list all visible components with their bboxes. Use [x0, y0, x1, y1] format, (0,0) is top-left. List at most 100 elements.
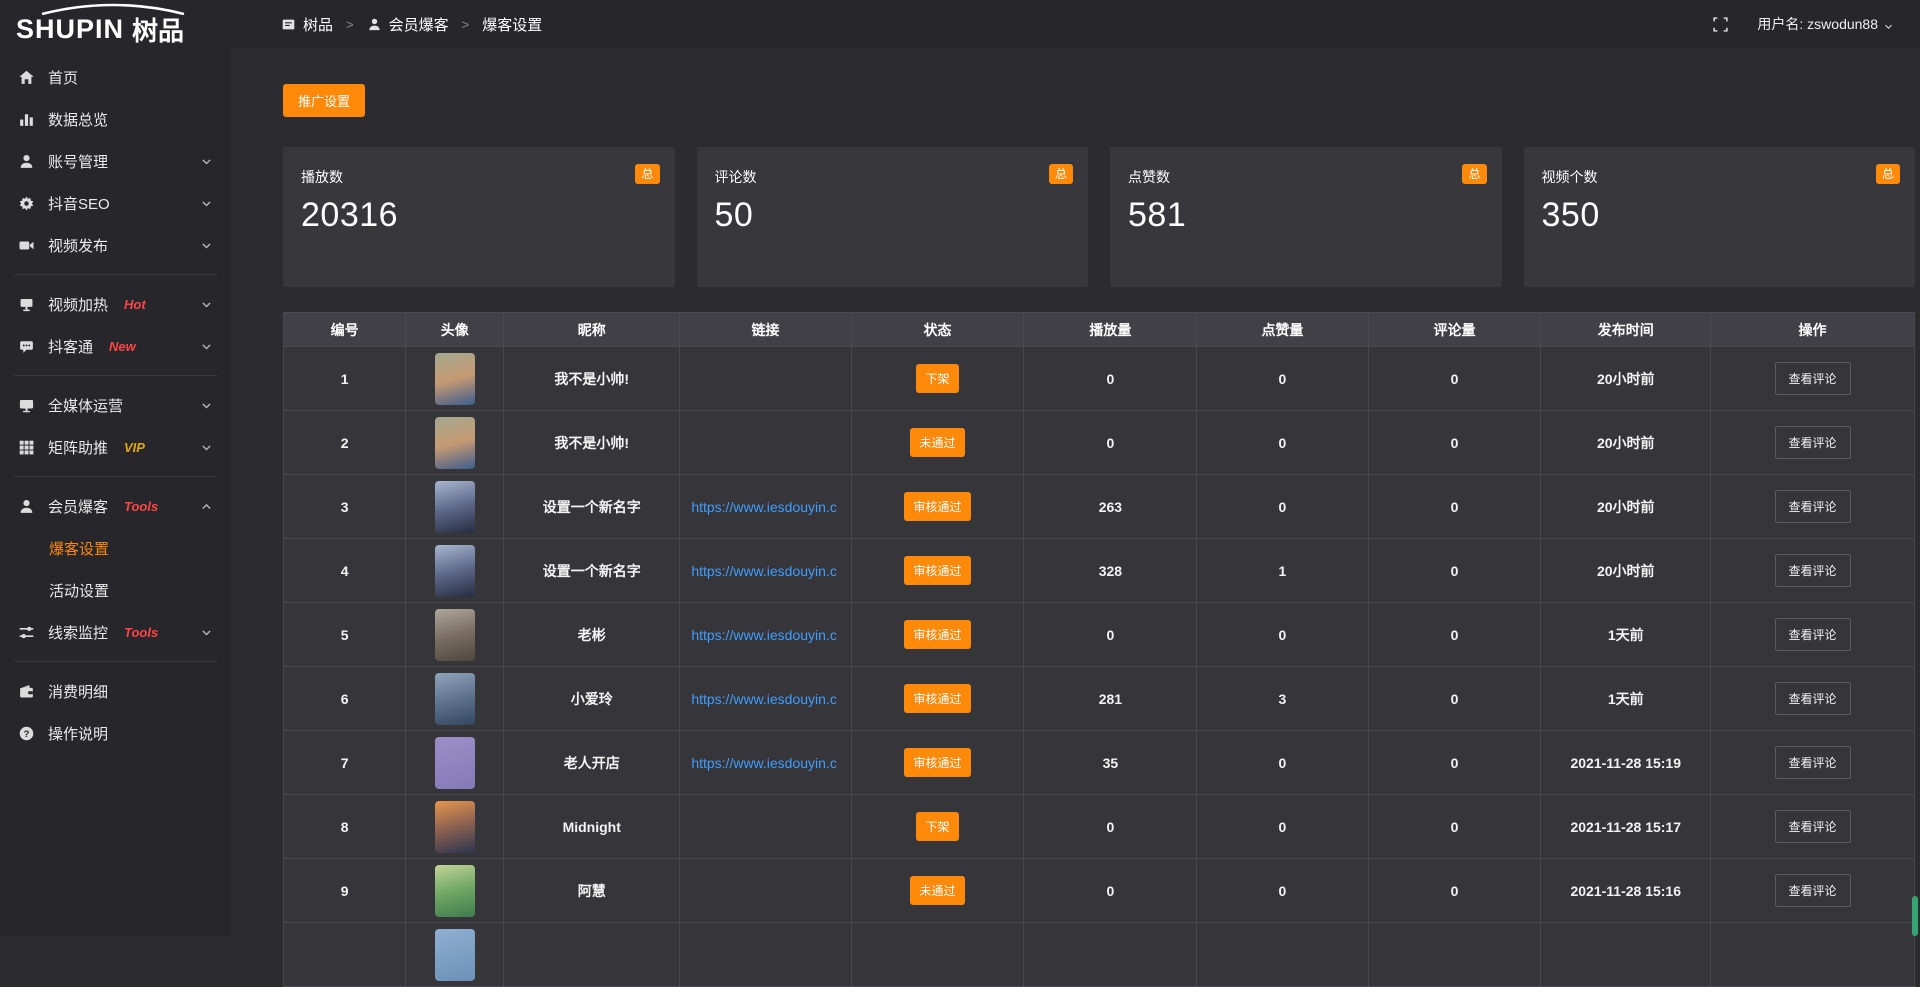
- cell-avatar: [406, 859, 504, 923]
- breadcrumb-item-树品[interactable]: 树品: [281, 14, 333, 35]
- logo-text-en: SHUPIN: [16, 14, 124, 45]
- breadcrumb: 树品>会员爆客>爆客设置: [281, 14, 542, 35]
- status-badge[interactable]: 下架: [916, 364, 958, 393]
- sidebar-item-消费明细[interactable]: 消费明细: [0, 670, 231, 712]
- avatar: [435, 865, 475, 917]
- breadcrumb-item-会员爆客[interactable]: 会员爆客: [367, 14, 449, 35]
- breadcrumb-item-爆客设置: 爆客设置: [482, 14, 542, 35]
- cell-avatar: [406, 731, 504, 795]
- avatar: [435, 609, 475, 661]
- cell-id: 4: [284, 539, 406, 603]
- total-badge: 总: [1462, 164, 1486, 184]
- fullscreen-icon[interactable]: [1712, 16, 1729, 33]
- view-comments-button[interactable]: 查看评论: [1775, 682, 1851, 715]
- promo-settings-button[interactable]: 推广设置: [283, 84, 365, 117]
- sidebar-item-抖客通[interactable]: 抖客通New: [0, 325, 231, 367]
- cell-likes: 0: [1197, 859, 1368, 923]
- breadcrumb-separator: >: [346, 17, 354, 32]
- sidebar-subitem-爆客设置[interactable]: 爆客设置: [0, 527, 231, 569]
- video-link[interactable]: https://www.iesdouyin.c: [681, 691, 849, 707]
- cell-link: https://www.iesdouyin.c: [680, 731, 851, 795]
- sidebar-item-数据总览[interactable]: 数据总览: [0, 98, 231, 140]
- status-badge[interactable]: 审核通过: [904, 748, 970, 777]
- username-label: 用户名: zswodun88: [1757, 14, 1878, 34]
- sidebar-subitem-活动设置[interactable]: 活动设置: [0, 569, 231, 611]
- breadcrumb-label: 爆客设置: [482, 14, 542, 35]
- cell-plays: 0: [1024, 347, 1197, 411]
- sidebar-item-矩阵助推[interactable]: 矩阵助推VIP: [0, 426, 231, 468]
- view-comments-button[interactable]: 查看评论: [1775, 810, 1851, 843]
- cell-comments: 0: [1368, 731, 1541, 795]
- heat-icon: [18, 296, 35, 313]
- view-comments-button[interactable]: 查看评论: [1775, 746, 1851, 779]
- sidebar-item-首页[interactable]: 首页: [0, 56, 231, 98]
- chevron-down-icon: [200, 399, 213, 412]
- sidebar-item-视频加热[interactable]: 视频加热Hot: [0, 283, 231, 325]
- cell-nickname: 老人开店: [504, 731, 680, 795]
- view-comments-button[interactable]: 查看评论: [1775, 426, 1851, 459]
- sidebar-item-操作说明[interactable]: ?操作说明: [0, 712, 231, 754]
- view-comments-button[interactable]: 查看评论: [1775, 618, 1851, 651]
- chat-icon: [18, 338, 35, 355]
- user-icon: [18, 498, 35, 515]
- home-icon: [18, 69, 35, 86]
- column-header-发布时间: 发布时间: [1541, 313, 1711, 347]
- cell-link: [680, 795, 851, 859]
- sidebar-item-label: 操作说明: [48, 723, 108, 744]
- status-badge[interactable]: 审核通过: [904, 492, 970, 521]
- sidebar-item-label: 抖音SEO: [48, 193, 110, 214]
- sidebar-item-抖音SEO[interactable]: 抖音SEO: [0, 182, 231, 224]
- status-badge[interactable]: 审核通过: [904, 684, 970, 713]
- stat-card-播放数: 播放数总20316: [283, 147, 675, 287]
- wallet-icon: [18, 683, 35, 700]
- sidebar-item-label: 会员爆客: [48, 496, 108, 517]
- sidebar-item-线索监控[interactable]: 线索监控Tools: [0, 611, 231, 653]
- view-comments-button[interactable]: 查看评论: [1775, 554, 1851, 587]
- page: SHUPIN 树品 首页数据总览账号管理抖音SEO 视频发布视频加热Hot抖客通N…: [0, 0, 1920, 936]
- status-badge[interactable]: 审核通过: [904, 556, 970, 585]
- sidebar-badge: Hot: [124, 297, 146, 312]
- cell-id: 9: [284, 859, 406, 923]
- cell-publish-time: 20小时前: [1541, 347, 1711, 411]
- video-link[interactable]: https://www.iesdouyin.c: [681, 499, 849, 515]
- stat-card-评论数: 评论数总50: [697, 147, 1089, 287]
- video-link[interactable]: https://www.iesdouyin.c: [681, 627, 849, 643]
- sidebar-item-label: 全媒体运营: [48, 395, 123, 416]
- status-badge[interactable]: 下架: [916, 812, 958, 841]
- sidebar-item-账号管理[interactable]: 账号管理: [0, 140, 231, 182]
- cell-plays: 328: [1024, 539, 1197, 603]
- video-table: 编号头像昵称链接状态播放量点赞量评论量发布时间操作 1我不是小帅!下架00020…: [283, 312, 1915, 987]
- status-badge[interactable]: 未通过: [910, 428, 964, 457]
- table-header-row: 编号头像昵称链接状态播放量点赞量评论量发布时间操作: [284, 313, 1915, 347]
- total-badge: 总: [1876, 164, 1900, 184]
- cell-avatar: [406, 347, 504, 411]
- sidebar-item-会员爆客[interactable]: 会员爆客Tools: [0, 485, 231, 527]
- logo-text-cn: 树品: [132, 11, 184, 48]
- cell-likes: 0: [1197, 795, 1368, 859]
- cell-link: [680, 859, 851, 923]
- video-link[interactable]: https://www.iesdouyin.c: [681, 755, 849, 771]
- status-badge[interactable]: 未通过: [910, 876, 964, 905]
- avatar: [435, 929, 475, 981]
- sidebar-item-全媒体运营[interactable]: 全媒体运营: [0, 384, 231, 426]
- cell-likes: 0: [1197, 475, 1368, 539]
- cell-id: 1: [284, 347, 406, 411]
- view-comments-button[interactable]: 查看评论: [1775, 490, 1851, 523]
- cell: [406, 923, 504, 987]
- column-header-链接: 链接: [680, 313, 851, 347]
- cell-plays: 0: [1024, 795, 1197, 859]
- cell-link: https://www.iesdouyin.c: [680, 539, 851, 603]
- user-menu[interactable]: 用户名: zswodun88: [1757, 14, 1894, 34]
- view-comments-button[interactable]: 查看评论: [1775, 874, 1851, 907]
- cell-publish-time: 2021-11-28 15:17: [1541, 795, 1711, 859]
- topbar-right: 用户名: zswodun88: [1712, 14, 1894, 34]
- column-header-头像: 头像: [406, 313, 504, 347]
- view-comments-button[interactable]: 查看评论: [1775, 362, 1851, 395]
- sidebar-item-视频发布[interactable]: 视频发布: [0, 224, 231, 266]
- video-link[interactable]: https://www.iesdouyin.c: [681, 563, 849, 579]
- cell-link: https://www.iesdouyin.c: [680, 667, 851, 731]
- scrollbar-thumb[interactable]: [1912, 896, 1918, 936]
- status-badge[interactable]: 审核通过: [904, 620, 970, 649]
- cell-comments: 0: [1368, 603, 1541, 667]
- cell-comments: 0: [1368, 411, 1541, 475]
